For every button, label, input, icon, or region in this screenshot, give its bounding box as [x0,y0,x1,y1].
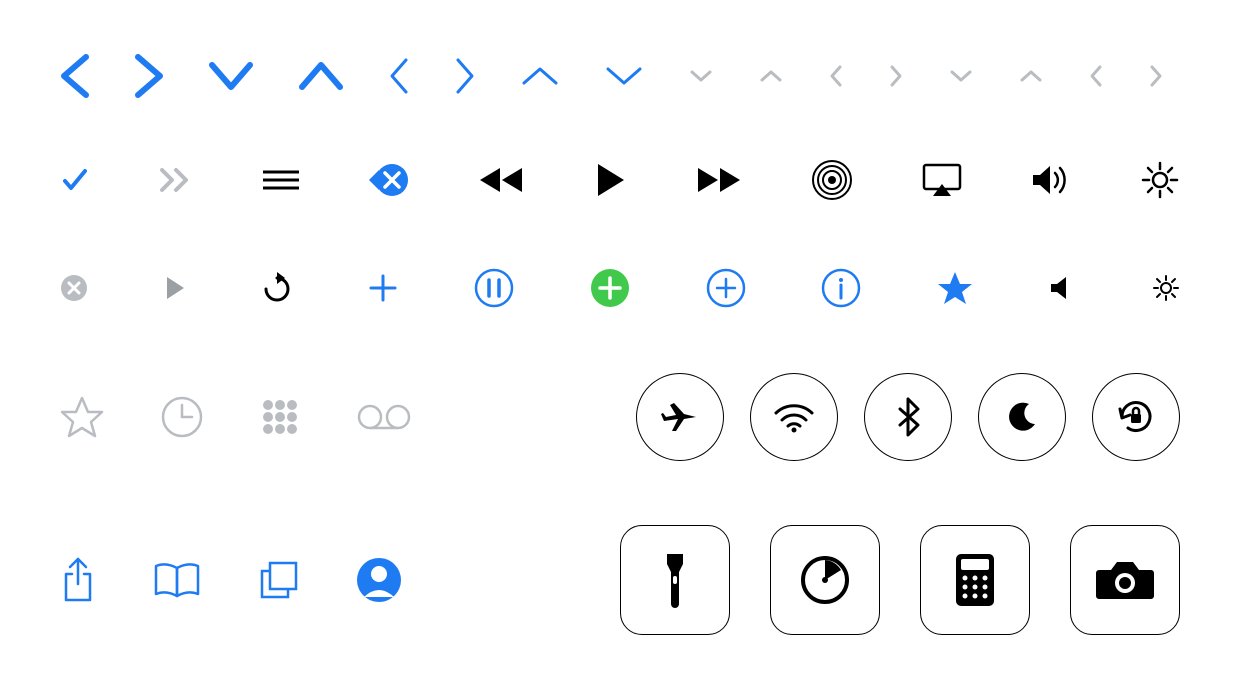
chevron-right-gray2-icon [1148,63,1164,89]
brightness-small-icon[interactable] [1152,274,1180,302]
volume-mute-icon[interactable] [1048,274,1076,302]
chevron-down-icon [208,61,254,91]
star-fill-icon[interactable] [937,271,973,305]
hamburger-menu-icon[interactable] [261,168,301,192]
clock-icon[interactable] [160,395,204,439]
keypad-icon[interactable] [260,397,300,437]
chevron-left-gray-icon [828,63,844,89]
pause-circle-icon[interactable] [474,268,514,308]
checkmark-icon [60,165,90,195]
do-not-disturb-toggle[interactable] [978,373,1066,461]
chevron-down-thin-icon [604,65,644,87]
chevron-left-thin-icon [388,56,410,96]
chevron-left-icon [60,53,90,99]
play-icon[interactable] [594,162,626,198]
reload-icon[interactable] [261,272,291,304]
add-fill-circle-icon[interactable] [590,268,630,308]
wifi-toggle[interactable] [750,373,838,461]
play-small-icon[interactable] [164,275,186,301]
voicemail-icon[interactable] [356,403,412,431]
chevron-right-icon [134,53,164,99]
plus-icon[interactable] [367,272,399,304]
rotation-lock-toggle[interactable] [1092,373,1180,461]
calculator-button[interactable] [920,525,1030,635]
chevron-down-gray2-icon [948,68,974,84]
pages-icon[interactable] [258,559,300,601]
flashlight-button[interactable] [620,525,730,635]
fast-forward-icon[interactable] [694,164,744,196]
chevron-up-gray2-icon [1018,68,1044,84]
chevron-right-gray-icon [888,63,904,89]
camera-button[interactable] [1070,525,1180,635]
profile-avatar-icon[interactable] [356,557,402,603]
rewind-icon[interactable] [476,164,526,196]
book-icon[interactable] [152,560,202,600]
timer-button[interactable] [770,525,880,635]
chevron-down-gray-icon [688,68,714,84]
airdrop-icon[interactable] [811,159,853,201]
chevron-up-icon [298,61,344,91]
chevron-right-thin-icon [454,56,476,96]
brightness-icon[interactable] [1140,160,1180,200]
info-circle-icon[interactable] [821,268,861,308]
airplay-icon[interactable] [921,162,963,198]
close-badge-icon[interactable] [369,163,409,197]
chevron-left-gray2-icon [1088,63,1104,89]
add-outline-circle-icon[interactable] [706,268,746,308]
share-icon[interactable] [60,556,96,604]
airplane-mode-toggle[interactable] [636,373,724,461]
star-outline-icon[interactable] [60,396,104,438]
double-chevron-right-icon [158,166,194,194]
close-gray-badge-icon[interactable] [60,274,88,302]
chevron-up-gray-icon [758,68,784,84]
chevron-up-thin-icon [520,65,560,87]
volume-high-icon[interactable] [1030,163,1072,197]
bluetooth-toggle[interactable] [864,373,952,461]
